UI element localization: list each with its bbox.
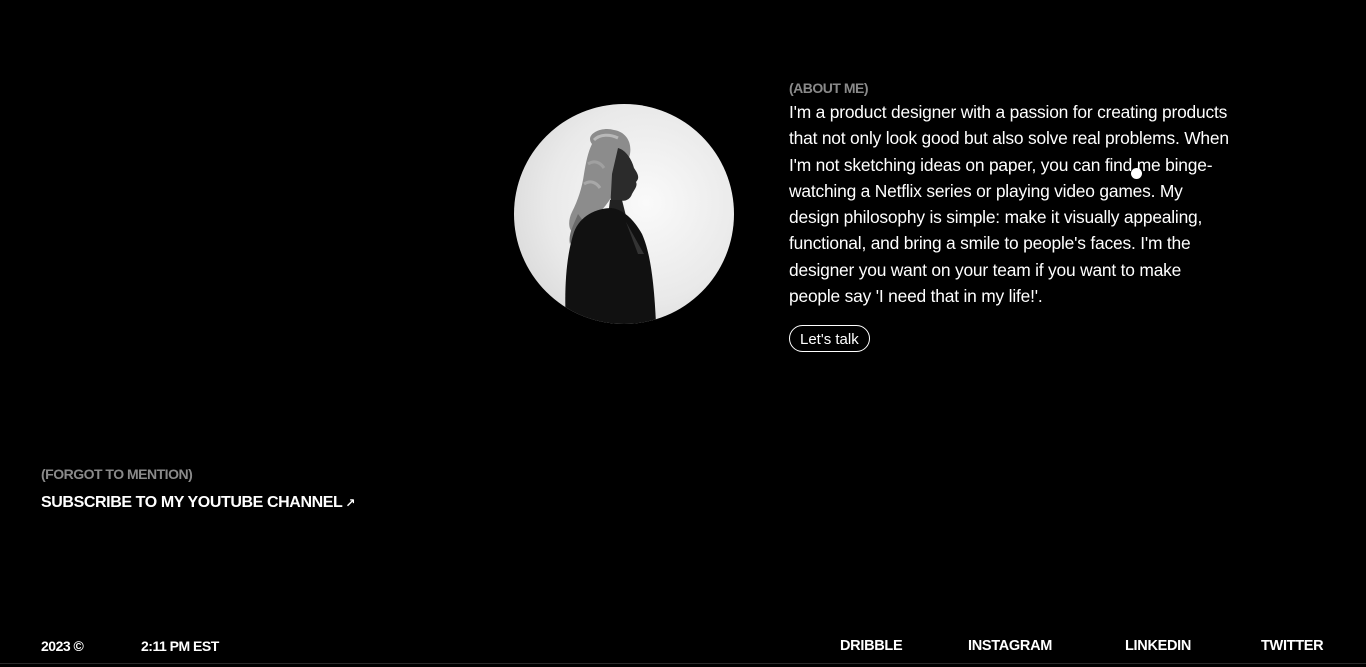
youtube-subscribe-label: SUBSCRIBE TO MY YOUTUBE CHANNEL: [41, 494, 343, 511]
cursor-dot: [1131, 168, 1142, 179]
youtube-subscribe-link[interactable]: SUBSCRIBE TO MY YOUTUBE CHANNEL ↗: [41, 494, 355, 512]
social-link-instagram[interactable]: INSTAGRAM: [968, 638, 1052, 654]
forgot-to-mention-label: (FORGOT TO MENTION): [41, 466, 193, 482]
about-me-text: I'm a product designer with a passion fo…: [789, 102, 1229, 307]
page: (ABOUT ME) I'm a product designer with a…: [0, 0, 1366, 667]
social-link-linkedin[interactable]: LINKEDIN: [1125, 638, 1191, 654]
social-link-twitter[interactable]: TWITTER: [1261, 638, 1324, 654]
profile-photo: [514, 104, 734, 324]
local-time: 2:11 PM EST: [141, 638, 219, 654]
social-link-dribble[interactable]: DRIBBLE: [840, 638, 903, 654]
copyright-year: 2023 ©: [41, 638, 84, 654]
arrow-up-right-icon: ↗: [345, 496, 356, 510]
profile-photo-illustration: [565, 128, 656, 324]
lets-talk-button[interactable]: Let's talk: [789, 325, 870, 352]
about-me-label: (ABOUT ME): [789, 80, 869, 96]
bottom-divider: [0, 663, 1366, 664]
